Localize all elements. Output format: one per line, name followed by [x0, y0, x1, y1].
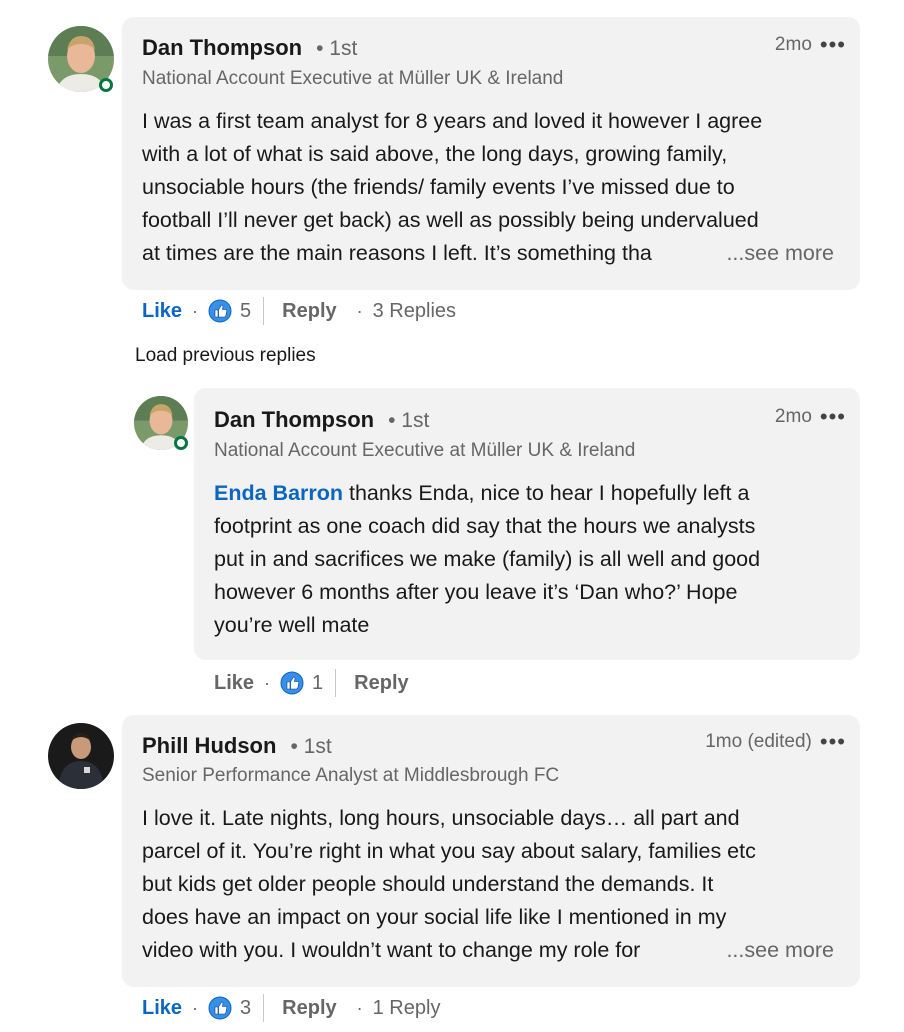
avatar-phill-hudson[interactable] [48, 723, 114, 789]
reaction-count[interactable]: 5 [240, 300, 251, 323]
reply-button[interactable]: Reply [282, 997, 336, 1020]
comment-actions: Like · 3 Reply · 1 Reply [142, 993, 440, 1023]
author-headline: Senior Performance Analyst at Middlesbro… [142, 765, 560, 786]
connection-degree: • 1st [388, 409, 430, 432]
author-headline: National Account Executive at Müller UK … [214, 440, 636, 461]
replies-count-link[interactable]: 1 Reply [373, 997, 441, 1020]
author-name[interactable]: Dan Thompson [214, 407, 374, 433]
more-options-icon[interactable]: ••• [820, 34, 846, 56]
online-status-icon [99, 78, 113, 92]
reaction-count[interactable]: 3 [240, 997, 251, 1020]
reply-bubble: Dan Thompson • 1st National Account Exec… [194, 388, 860, 660]
comment-actions: Like · 5 Reply · 3 Replies [142, 296, 456, 326]
avatar-dan-thompson-reply[interactable] [134, 396, 188, 450]
like-reaction-icon[interactable] [280, 671, 304, 695]
timestamp: 2mo [774, 406, 812, 427]
reply-button[interactable]: Reply [354, 672, 408, 695]
reaction-count[interactable]: 1 [312, 672, 323, 695]
see-more-link[interactable]: ...see more [714, 934, 834, 967]
divider [263, 994, 265, 1022]
like-button[interactable]: Like [142, 997, 182, 1020]
reply-button[interactable]: Reply [282, 300, 336, 323]
more-options-icon[interactable]: ••• [820, 406, 846, 428]
see-more-link[interactable]: ...see more [714, 237, 834, 270]
timestamp: 1mo (edited) [705, 731, 812, 752]
author-name[interactable]: Phill Hudson [142, 733, 276, 759]
timestamp: 2mo [774, 34, 812, 55]
mention-link[interactable]: Enda Barron [214, 481, 343, 505]
replies-count-link[interactable]: 3 Replies [373, 300, 456, 323]
divider [335, 669, 337, 697]
like-button[interactable]: Like [214, 672, 254, 695]
like-reaction-icon[interactable] [208, 996, 232, 1020]
connection-degree: • 1st [290, 735, 332, 758]
more-options-icon[interactable]: ••• [820, 731, 846, 753]
connection-degree: • 1st [316, 37, 358, 60]
like-button[interactable]: Like [142, 300, 182, 323]
divider [263, 297, 265, 325]
like-reaction-icon[interactable] [208, 299, 232, 323]
reply-text: Enda Barron thanks Enda, nice to hear I … [214, 481, 761, 637]
load-previous-replies-link[interactable]: Load previous replies [135, 345, 316, 367]
online-status-icon [174, 436, 188, 450]
comment-bubble: Phill Hudson • 1st Senior Performance An… [122, 715, 860, 987]
reply-actions: Like · 1 Reply [214, 668, 409, 698]
avatar-dan-thompson[interactable] [48, 26, 114, 92]
author-name[interactable]: Dan Thompson [142, 35, 302, 61]
profile-photo-icon [48, 723, 114, 789]
author-headline: National Account Executive at Müller UK … [142, 68, 564, 89]
comment-bubble: Dan Thompson • 1st National Account Exec… [122, 17, 860, 290]
